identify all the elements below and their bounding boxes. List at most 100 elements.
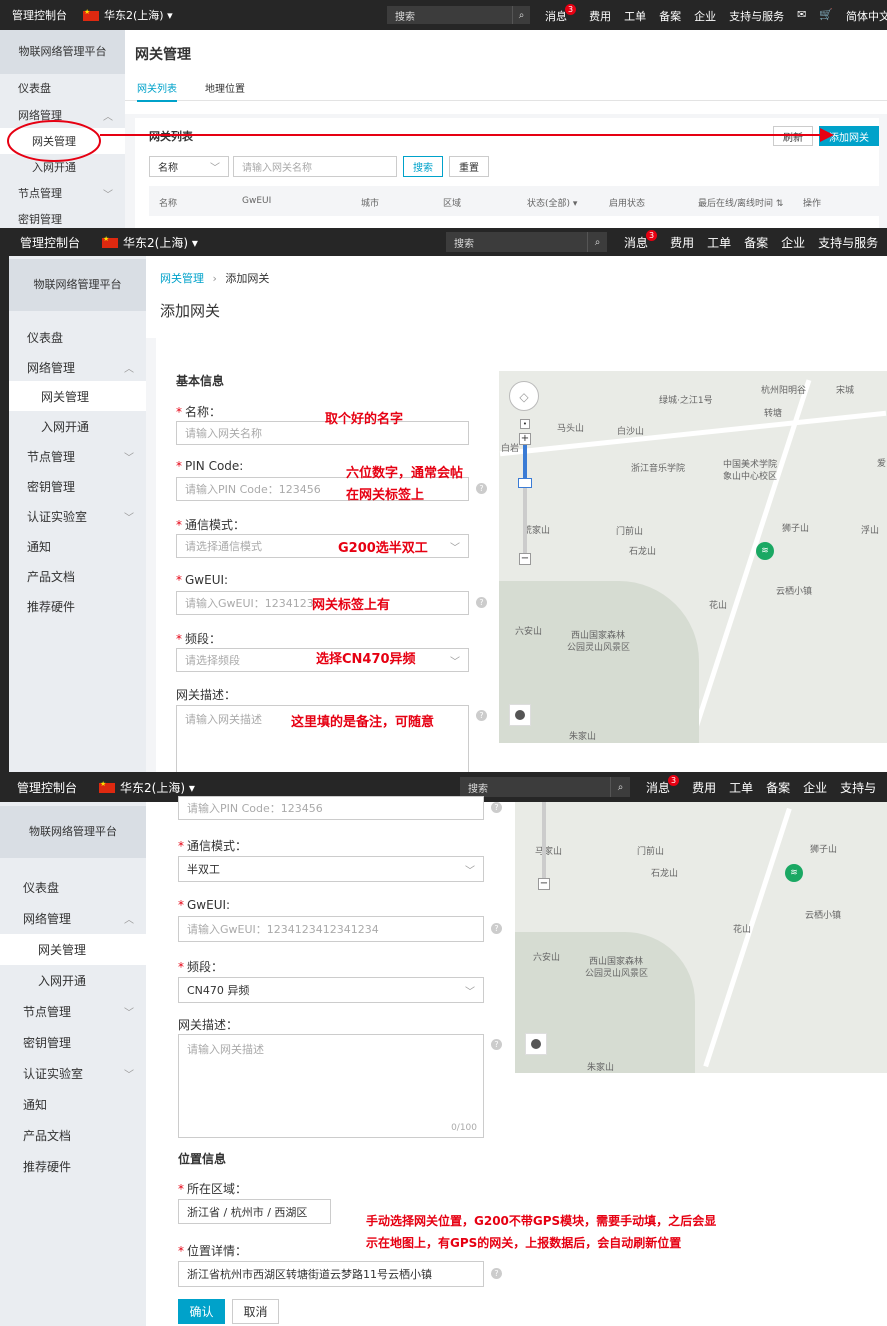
chevron-down-icon: ﹀	[450, 656, 460, 668]
confirm-button[interactable]: 确认	[178, 1299, 225, 1324]
screenshot-border	[0, 256, 9, 772]
page-title: 添加网关	[160, 302, 221, 320]
top-nav-links: 消息3 费用 工单 备案 企业 支持与服务	[624, 230, 887, 251]
annotation-overlay	[7, 120, 834, 162]
sidebar-item-keys[interactable]: 密钥管理	[9, 471, 146, 501]
map-zoom-handle[interactable]	[518, 478, 532, 488]
map-reset-icon[interactable]: •	[520, 419, 530, 429]
sidebar-item-nodes[interactable]: 节点管理 ﹀	[0, 996, 146, 1027]
map-pan-control[interactable]: ◇	[509, 381, 539, 411]
sidebar-item-lab[interactable]: 认证实验室 ﹀	[9, 501, 146, 531]
page-header: 网关管理 › 添加网关 添加网关	[146, 256, 887, 338]
nav-fees[interactable]: 费用	[670, 234, 694, 251]
map-label: 门前山	[616, 527, 644, 537]
band-select[interactable]: CN470 异频 ﹀	[178, 977, 484, 1003]
map-label: 马头山	[557, 424, 585, 434]
search-icon[interactable]: ⌕	[587, 232, 607, 252]
locate-icon	[531, 1039, 541, 1049]
map-label: 狮子山	[810, 845, 838, 855]
map-label: 荒家山	[523, 526, 551, 536]
console-link[interactable]: 管理控制台	[17, 779, 77, 796]
sidebar-item-keys[interactable]: 密钥管理	[0, 1027, 146, 1058]
sidebar-item-notify[interactable]: 通知	[9, 531, 146, 561]
pin-code-input[interactable]: 请输入PIN Code：123456	[178, 796, 484, 820]
sidebar-item-dashboard[interactable]: 仪表盘	[9, 321, 146, 353]
nav-tickets[interactable]: 工单	[707, 234, 731, 251]
sidebar-item-hardware[interactable]: 推荐硬件	[0, 1151, 146, 1182]
search-input[interactable]: 搜索 ⌕	[446, 232, 607, 252]
sidebar-item-hardware[interactable]: 推荐硬件	[9, 591, 146, 621]
messages-link[interactable]: 消息3	[646, 775, 680, 796]
sidebar-item-network[interactable]: 网络管理 ︿	[9, 353, 146, 381]
help-icon[interactable]: ?	[476, 483, 487, 494]
sidebar-item-join[interactable]: 入网开通	[9, 411, 146, 441]
nav-enterprise[interactable]: 企业	[781, 234, 805, 251]
sidebar-item-docs[interactable]: 产品文档	[0, 1120, 146, 1151]
map-label: 公园灵山风景区	[585, 969, 649, 979]
gateway-name-input[interactable]: 请输入网关名称	[176, 421, 469, 445]
sidebar-item-network[interactable]: 网络管理 ︿	[0, 903, 146, 934]
nav-fees[interactable]: 费用	[692, 779, 716, 796]
sidebar-item-nodes[interactable]: 节点管理 ﹀	[9, 441, 146, 471]
area-cascader[interactable]: 浙江省 / 杭州市 / 西湖区	[178, 1199, 331, 1224]
chevron-down-icon: ﹀	[124, 1070, 134, 1081]
mode-select[interactable]: 半双工 ﹀	[178, 856, 484, 882]
console-link[interactable]: 管理控制台	[20, 234, 80, 251]
help-icon[interactable]: ?	[476, 710, 487, 721]
map-zoom-out-icon[interactable]: −	[538, 878, 550, 890]
area-label: * 所在区域：	[178, 1182, 248, 1196]
pin-code-label: * PIN Code:	[176, 459, 244, 473]
help-icon[interactable]: ?	[476, 597, 487, 608]
nav-support[interactable]: 支持与	[840, 779, 876, 796]
sidebar-item-dashboard[interactable]: 仪表盘	[0, 872, 146, 903]
locate-button[interactable]	[525, 1033, 547, 1055]
sidebar-item-notify[interactable]: 通知	[0, 1089, 146, 1120]
gateway-marker-icon[interactable]: ≋	[785, 864, 803, 882]
nav-enterprise[interactable]: 企业	[803, 779, 827, 796]
sidebar-item-docs[interactable]: 产品文档	[9, 561, 146, 591]
region-selector[interactable]: 华东2(上海) ▾	[99, 779, 195, 796]
top-nav-links: 消息3 费用 工单 备案 企业 支持与	[646, 775, 887, 796]
region-selector[interactable]: 华东2(上海) ▾	[102, 234, 198, 251]
map-label: 白沙山	[617, 427, 645, 437]
location-map[interactable]: 杭州阳明谷 宋城 绿城·之江1号 转塘 马头山 白沙山 白岩 浙江音乐学院 中国…	[499, 371, 887, 743]
cancel-button[interactable]: 取消	[232, 1299, 279, 1324]
map-label: 朱家山	[587, 1063, 615, 1073]
messages-link[interactable]: 消息3	[624, 230, 658, 251]
annotation-text: 网关标签上有	[312, 598, 391, 613]
map-label: 白岩	[501, 444, 520, 454]
breadcrumb-link[interactable]: 网关管理	[160, 272, 204, 285]
nav-filing[interactable]: 备案	[744, 234, 768, 251]
locate-button[interactable]	[509, 704, 531, 726]
help-icon[interactable]: ?	[491, 802, 502, 813]
map-zoom-in-icon[interactable]: +	[519, 433, 531, 445]
help-icon[interactable]: ?	[491, 1039, 502, 1050]
search-input[interactable]: 搜索 ⌕	[460, 777, 630, 797]
sidebar-item-gateway[interactable]: 网关管理	[0, 934, 146, 965]
search-icon[interactable]: ⌕	[610, 777, 630, 797]
nav-support[interactable]: 支持与服务	[818, 234, 878, 251]
gweui-input[interactable]: 请输入GwEUI：1234123412341234	[178, 916, 484, 942]
gateway-marker-icon[interactable]: ≋	[756, 542, 774, 560]
nav-tickets[interactable]: 工单	[729, 779, 753, 796]
map-label: 石龙山	[651, 869, 679, 879]
map-label: 花山	[709, 601, 728, 611]
sidebar-item-join[interactable]: 入网开通	[0, 965, 146, 996]
help-icon[interactable]: ?	[491, 923, 502, 934]
annotation-text: 在网关标签上	[346, 488, 425, 503]
mode-label: * 通信模式：	[176, 518, 246, 532]
section-basic-title: 基本信息	[176, 374, 225, 388]
location-map[interactable]: 马家山 门前山 石龙山 狮子山 云栖小镇 花山 六安山 西山国家森林 公园灵山风…	[515, 802, 887, 1073]
sidebar-item-lab[interactable]: 认证实验室 ﹀	[0, 1058, 146, 1089]
map-label: 绿城·之江1号	[659, 396, 713, 406]
chevron-down-icon: ﹀	[465, 986, 475, 998]
china-flag-icon	[99, 780, 116, 793]
address-input[interactable]: 浙江省杭州市西湖区转塘街道云梦路11号云栖小镇	[178, 1261, 484, 1287]
sidebar-item-gateway[interactable]: 网关管理	[9, 381, 146, 411]
map-zoom-out-icon[interactable]: −	[519, 553, 531, 565]
help-icon[interactable]: ?	[491, 1268, 502, 1279]
china-flag-icon	[102, 235, 119, 248]
map-label: 朱家山	[569, 732, 597, 742]
nav-filing[interactable]: 备案	[766, 779, 790, 796]
description-textarea[interactable]: 请输入网关描述 0/100	[178, 1034, 484, 1138]
